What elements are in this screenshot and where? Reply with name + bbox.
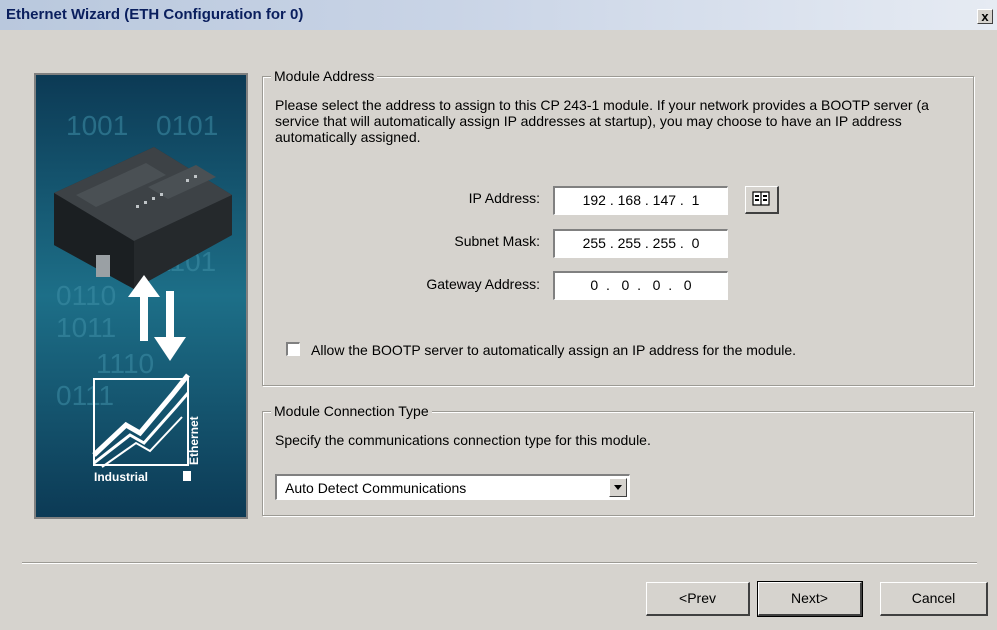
ip-address-label: IP Address:: [468, 190, 540, 206]
close-icon: x: [981, 9, 989, 24]
wizard-illustration: 1001 0101 1101 0110 1011 1110 0111 Indus…: [34, 73, 248, 519]
connection-type-legend: Module Connection Type: [271, 403, 432, 419]
binary-row: 1110: [96, 348, 154, 379]
ip-address-input[interactable]: 192 . 168 . 147 . 1: [553, 186, 728, 215]
logo-text-industrial: Industrial: [94, 470, 148, 484]
subnet-mask-input[interactable]: 255 . 255 . 255 . 0: [553, 229, 728, 258]
bootp-checkbox-label[interactable]: Allow the BOOTP server to automatically …: [311, 342, 796, 358]
binary-row: 0110: [56, 280, 116, 311]
close-button[interactable]: x: [977, 9, 993, 24]
address-book-icon: [752, 191, 770, 206]
module-address-description: Please select the address to assign to t…: [275, 97, 929, 145]
gateway-address-label: Gateway Address:: [426, 276, 540, 292]
binary-row: 0111: [56, 380, 114, 411]
connection-type-value: Auto Detect Communications: [285, 480, 467, 496]
connection-type-description: Specify the communications connection ty…: [275, 432, 651, 448]
logo-text-ethernet: Ethernet: [187, 416, 201, 465]
window-title: Ethernet Wizard (ETH Configuration for 0…: [6, 6, 304, 23]
connection-type-select[interactable]: Auto Detect Communications: [275, 474, 630, 500]
footer-separator: [22, 562, 977, 564]
address-book-button[interactable]: [745, 186, 779, 214]
title-bar[interactable]: Ethernet Wizard (ETH Configuration for 0…: [0, 0, 997, 30]
dropdown-button[interactable]: [609, 478, 627, 497]
binary-row: 0101: [156, 110, 218, 141]
subnet-mask-label: Subnet Mask:: [454, 233, 540, 249]
plc-illustration: 1001 0101 1101 0110 1011 1110 0111 Indus…: [36, 75, 246, 517]
cancel-button[interactable]: Cancel: [880, 582, 988, 616]
prev-button[interactable]: <Prev: [646, 582, 750, 616]
bootp-checkbox[interactable]: [286, 342, 300, 356]
next-button[interactable]: Next>: [757, 581, 863, 617]
connection-type-group: Module Connection Type: [262, 403, 974, 516]
module-address-legend: Module Address: [271, 68, 378, 84]
gateway-address-input[interactable]: 0 . 0 . 0 . 0: [553, 271, 728, 300]
binary-row: 1001: [66, 110, 128, 141]
binary-row: 1011: [56, 312, 116, 343]
chevron-down-icon: [614, 485, 622, 490]
ethernet-wizard-dialog: Ethernet Wizard (ETH Configuration for 0…: [0, 0, 997, 630]
